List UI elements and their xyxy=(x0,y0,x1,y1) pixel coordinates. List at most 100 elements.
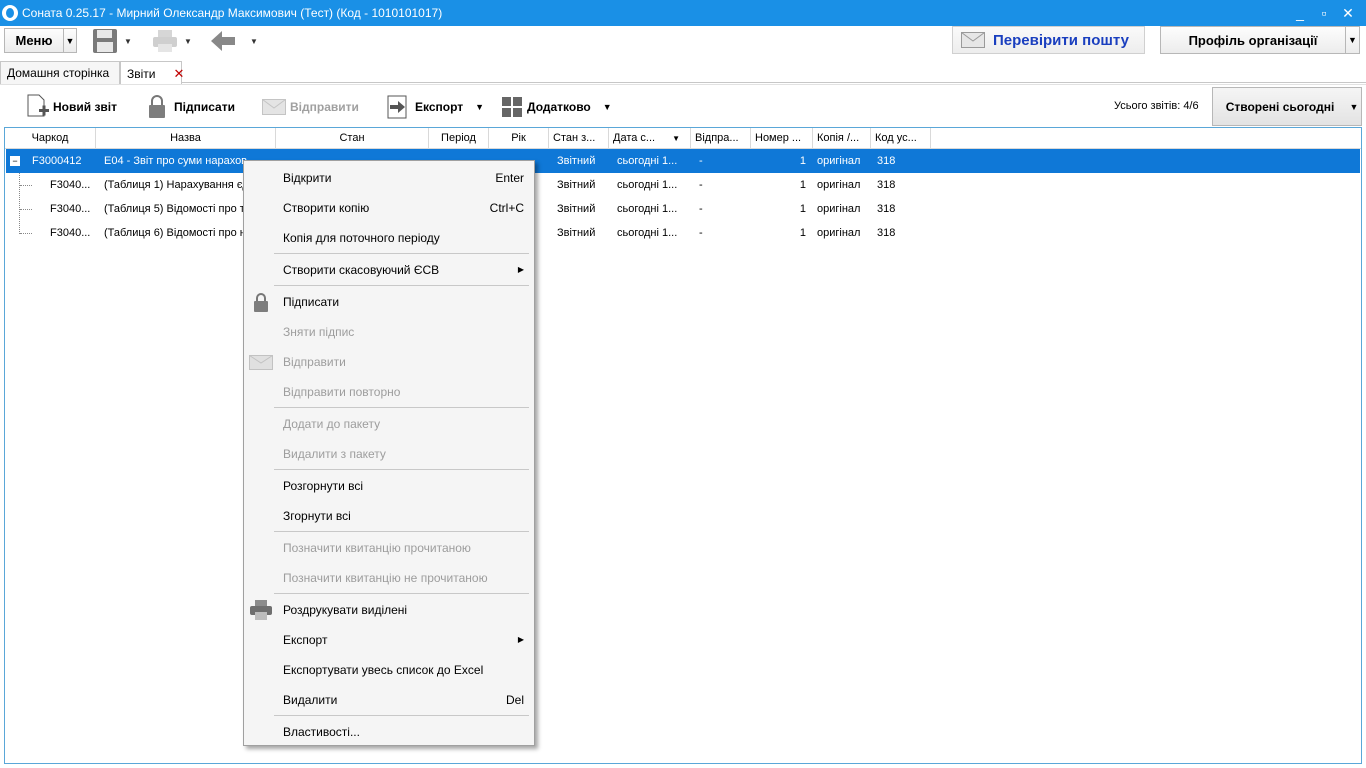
printer-icon xyxy=(250,600,272,620)
back-button[interactable]: ▼ xyxy=(210,28,258,54)
cell-report-status: Звітний xyxy=(557,227,596,239)
chevron-down-icon[interactable]: ▼ xyxy=(184,37,192,46)
menu-separator xyxy=(274,253,529,254)
menu-item-create-cancelling-esv[interactable]: Створити скасовуючий ЄСВ ▶ xyxy=(246,257,532,283)
close-window-button[interactable]: ✕ xyxy=(1336,5,1360,22)
cell-code-us: 318 xyxy=(877,155,896,167)
menu-item-expand-all[interactable]: Розгорнути всі xyxy=(246,473,532,499)
column-header-code-us[interactable]: Код ус... xyxy=(871,128,931,149)
table-row[interactable]: F3040... (Таблиця 5) Відомості про тр Зв… xyxy=(6,197,1360,221)
menu-item-copy-current-period[interactable]: Копія для поточного періоду xyxy=(246,225,532,251)
close-tab-icon[interactable]: ✕ xyxy=(174,66,185,82)
cell-number: 1 xyxy=(799,203,806,215)
shortcut-label: Ctrl+C xyxy=(489,201,524,215)
check-mail-button[interactable]: Перевірити пошту xyxy=(952,26,1145,54)
minimize-button[interactable]: _ xyxy=(1288,5,1312,21)
cell-barcode: F3040... xyxy=(50,203,91,215)
reports-grid[interactable]: Чаркод Назва Стан Період Рік Стан з... Д… xyxy=(4,127,1362,764)
menu-item-send[interactable]: Відправити xyxy=(246,349,532,375)
collapse-icon[interactable]: − xyxy=(10,156,20,166)
menu-item-export[interactable]: Експорт ▶ xyxy=(246,627,532,653)
tab-home[interactable]: Домашня сторінка xyxy=(0,61,120,84)
menu-item-label: Додати до пакету xyxy=(283,417,381,431)
menu-item-label: Позначити квитанцію не прочитаною xyxy=(283,571,488,585)
chevron-down-icon[interactable]: ▼ xyxy=(124,37,132,46)
cell-code-us: 318 xyxy=(877,203,896,215)
chevron-down-icon[interactable]: ▼ xyxy=(250,37,258,46)
new-document-icon xyxy=(27,94,49,117)
menu-item-resend[interactable]: Відправити повторно xyxy=(246,379,532,405)
menu-item-label: Копія для поточного періоду xyxy=(283,231,440,245)
menu-item-remove-from-package[interactable]: Видалити з пакету xyxy=(246,441,532,467)
export-button[interactable]: Експорт ▼ xyxy=(387,95,484,119)
organization-profile-button[interactable]: Профіль організації ▼ xyxy=(1160,26,1360,54)
new-report-button[interactable]: Новий звіт xyxy=(26,94,117,118)
shortcut-label: Del xyxy=(505,693,524,707)
column-header-report-status[interactable]: Стан з... xyxy=(549,128,609,149)
column-header-period[interactable]: Період xyxy=(429,128,489,149)
table-row[interactable]: F3040... (Таблиця 6) Відомості про на Зв… xyxy=(6,221,1360,245)
menu-item-label: Створити скасовуючий ЄСВ xyxy=(283,263,440,277)
column-header-created-date[interactable]: Дата с... ▼ xyxy=(609,128,691,149)
send-button[interactable]: Відправити xyxy=(262,96,359,118)
column-header-status[interactable]: Стан xyxy=(276,128,429,149)
menu-item-label: Видалити xyxy=(283,693,338,707)
app-logo-icon xyxy=(2,5,18,21)
column-header-sent[interactable]: Відпра... xyxy=(691,128,751,149)
menu-separator xyxy=(274,285,529,286)
save-button[interactable]: ▼ xyxy=(92,28,132,54)
menu-item-remove-signature[interactable]: Зняти підпис xyxy=(246,319,532,345)
tab-strip: Домашня сторінка Звіти ✕ xyxy=(0,58,1366,85)
menu-item-create-copy[interactable]: Створити копію Ctrl+C xyxy=(246,195,532,221)
printer-icon xyxy=(153,30,177,52)
cell-number: 1 xyxy=(799,155,806,167)
column-header-barcode[interactable]: Чаркод xyxy=(5,128,96,149)
menu-item-label: Відправити повторно xyxy=(283,385,401,399)
menu-item-label: Роздрукувати виділені xyxy=(283,603,408,617)
arrow-left-icon xyxy=(211,31,235,51)
window-controls: _ ▫ ✕ xyxy=(1288,0,1360,26)
cell-copy: оригінал xyxy=(817,155,861,167)
chevron-down-icon[interactable]: ▼ xyxy=(475,102,484,112)
column-header-name[interactable]: Назва xyxy=(96,128,276,149)
sign-button[interactable]: Підписати xyxy=(148,95,235,118)
menu-item-delete[interactable]: Видалити Del xyxy=(246,687,532,713)
table-row[interactable]: − F3000412 Е04 - Звіт про суми нарахов З… xyxy=(6,149,1360,173)
shortcut-label: Enter xyxy=(495,171,524,185)
menu-button-label: Меню xyxy=(15,33,53,48)
menu-item-export-to-excel[interactable]: Експортувати увесь список до Excel xyxy=(246,657,532,683)
menu-button[interactable]: Меню ▼ xyxy=(4,28,77,53)
print-button[interactable]: ▼ xyxy=(152,28,192,54)
send-label: Відправити xyxy=(290,100,359,114)
menu-item-label: Створити копію xyxy=(283,201,370,215)
menu-item-open[interactable]: Відкрити Enter xyxy=(246,165,532,191)
menu-item-properties[interactable]: Властивості... xyxy=(246,719,532,745)
menu-item-label: Видалити з пакету xyxy=(283,447,386,461)
cell-sent: - xyxy=(699,155,703,167)
menu-item-sign[interactable]: Підписати xyxy=(246,289,532,315)
cell-number: 1 xyxy=(799,179,806,191)
column-header-copy[interactable]: Копія /... xyxy=(813,128,871,149)
chevron-down-icon[interactable]: ▼ xyxy=(1346,35,1359,45)
menu-item-print-selected[interactable]: Роздрукувати виділені xyxy=(246,597,532,623)
menu-item-add-to-package[interactable]: Додати до пакету xyxy=(246,411,532,437)
menu-item-mark-receipt-read[interactable]: Позначити квитанцію прочитаною xyxy=(246,535,532,561)
menu-item-label: Експортувати увесь список до Excel xyxy=(283,663,484,677)
chevron-down-icon[interactable]: ▼ xyxy=(603,102,612,112)
tab-reports[interactable]: Звіти ✕ xyxy=(120,61,185,85)
chevron-down-icon[interactable]: ▼ xyxy=(1347,102,1361,112)
menu-item-label: Зняти підпис xyxy=(283,325,355,339)
menu-item-mark-receipt-unread[interactable]: Позначити квитанцію не прочитаною xyxy=(246,565,532,591)
tab-home-label: Домашня сторінка xyxy=(7,66,110,80)
menu-separator xyxy=(274,593,529,594)
maximize-button[interactable]: ▫ xyxy=(1312,5,1336,21)
column-header-year[interactable]: Рік xyxy=(489,128,549,149)
envelope-icon xyxy=(961,32,985,48)
menu-item-collapse-all[interactable]: Згорнути всі xyxy=(246,503,532,529)
table-row[interactable]: F3040... (Таблиця 1) Нарахування єд Звіт… xyxy=(6,173,1360,197)
column-header-number[interactable]: Номер ... xyxy=(751,128,813,149)
filter-dropdown[interactable]: Створені сьогодні ▼ xyxy=(1212,87,1362,126)
chevron-down-icon[interactable]: ▼ xyxy=(64,36,76,46)
more-button[interactable]: Додатково ▼ xyxy=(502,96,612,118)
menu-item-label: Властивості... xyxy=(283,725,360,739)
